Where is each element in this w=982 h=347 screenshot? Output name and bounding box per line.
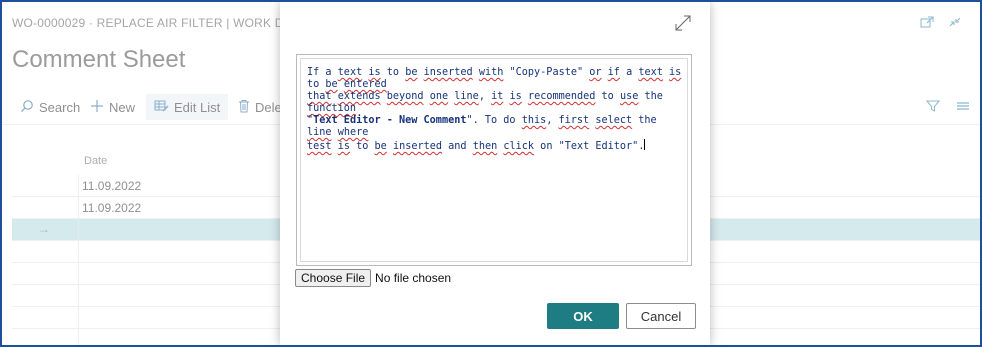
- editor-line: test is to be inserted and then click on…: [307, 139, 646, 152]
- ok-button[interactable]: OK: [547, 303, 619, 329]
- editor-text[interactable]: If a text is to be inserted with "Copy-P…: [307, 67, 685, 153]
- window-frame: WO-0000029 · REPLACE AIR FILTER | WORK D…: [0, 0, 982, 347]
- expand-icon[interactable]: [674, 14, 692, 32]
- editor-line: If a text is to be inserted with "Copy-P…: [307, 67, 682, 90]
- file-status-text: No file chosen: [375, 271, 452, 285]
- text-cursor: [644, 139, 646, 150]
- file-upload-row: Choose File No file chosen: [295, 269, 451, 287]
- editor-line: that extends beyond one line, it is reco…: [307, 91, 663, 114]
- editor-content-area[interactable]: If a text is to be inserted with "Copy-P…: [300, 58, 688, 262]
- choose-file-button[interactable]: Choose File: [295, 269, 372, 287]
- editor-line: "Text Editor - New Comment". To do this,…: [307, 115, 657, 138]
- text-editor-dialog: If a text is to be inserted with "Copy-P…: [280, 2, 710, 345]
- comment-text-editor[interactable]: If a text is to be inserted with "Copy-P…: [296, 54, 692, 266]
- cancel-button[interactable]: Cancel: [626, 303, 696, 329]
